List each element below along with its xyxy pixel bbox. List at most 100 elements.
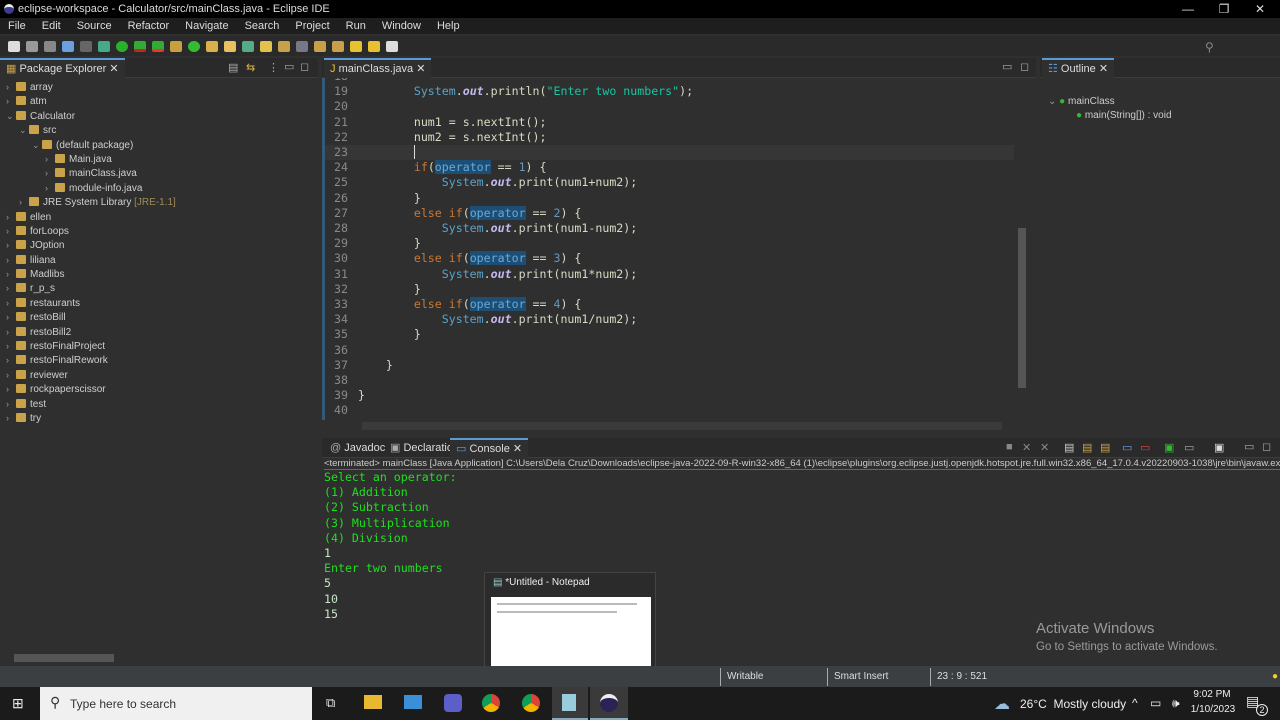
word-wrap-icon[interactable]: ▤ bbox=[1100, 441, 1110, 454]
code-line[interactable]: 40 bbox=[322, 403, 1014, 418]
task-view-icon[interactable]: ⧉ bbox=[326, 695, 335, 711]
tree-item[interactable]: › liliana bbox=[0, 253, 318, 267]
chevron-right-icon[interactable]: › bbox=[6, 210, 16, 224]
show-stderr-icon[interactable]: ▭ bbox=[1140, 441, 1150, 454]
block-selection-icon[interactable] bbox=[278, 40, 290, 52]
weather-icon[interactable]: ☁ bbox=[994, 694, 1010, 714]
tree-item[interactable]: › forLoops bbox=[0, 224, 318, 238]
tab-package-explorer[interactable]: ▦ Package Explorer ✕ bbox=[0, 58, 125, 78]
menu-source[interactable]: Source bbox=[69, 18, 120, 34]
tree-item[interactable]: › JOption bbox=[0, 238, 318, 252]
code-line[interactable]: 23 bbox=[322, 145, 1014, 161]
clear-console-icon[interactable]: ▤ bbox=[1064, 441, 1074, 454]
code-line[interactable]: 25 System.out.print(num1+num2); bbox=[322, 175, 1014, 190]
pin-console-icon[interactable]: ▣ bbox=[1164, 441, 1174, 454]
code-line[interactable]: 21 num1 = s.nextInt(); bbox=[322, 115, 1014, 130]
code-line[interactable]: 24 if(operator == 1) { bbox=[322, 160, 1014, 175]
chevron-right-icon[interactable]: › bbox=[6, 353, 16, 367]
terminal-icon[interactable] bbox=[62, 40, 74, 52]
chevron-right-icon[interactable]: › bbox=[6, 310, 16, 324]
maximize-view-icon[interactable]: ◻ bbox=[1020, 60, 1029, 73]
prev-annotation-icon[interactable] bbox=[332, 40, 344, 52]
save-all-icon[interactable] bbox=[44, 40, 56, 52]
tree-item[interactable]: › mainClass.java bbox=[0, 166, 318, 180]
chevron-right-icon[interactable]: › bbox=[45, 181, 55, 195]
minimize-view-icon[interactable]: ▭ bbox=[1244, 440, 1254, 453]
chevron-right-icon[interactable]: › bbox=[45, 152, 55, 166]
new-class-icon[interactable] bbox=[188, 40, 200, 52]
open-console-icon[interactable]: ▣ bbox=[1214, 441, 1224, 454]
chevron-right-icon[interactable]: › bbox=[6, 325, 16, 339]
code-line[interactable]: 35 } bbox=[322, 327, 1014, 342]
show-stdout-icon[interactable]: ▭ bbox=[1122, 441, 1132, 454]
chevron-right-icon[interactable]: › bbox=[6, 80, 16, 94]
chevron-down-icon[interactable]: ⌄ bbox=[19, 123, 29, 137]
menu-search[interactable]: Search bbox=[237, 18, 288, 34]
outline-class-node[interactable]: ⌄ ● mainClass bbox=[1048, 96, 1115, 107]
collapse-all-icon[interactable]: ▤ bbox=[228, 61, 238, 74]
annotation-icon[interactable] bbox=[242, 40, 254, 52]
tree-item[interactable]: › restoBill bbox=[0, 310, 318, 324]
chevron-down-icon[interactable]: ⌄ bbox=[32, 138, 42, 152]
view-menu-icon[interactable]: ⋮ bbox=[268, 61, 279, 74]
horizontal-scrollbar[interactable] bbox=[322, 654, 1268, 666]
taskbar-search-box[interactable]: ⚲ Type here to search bbox=[40, 687, 312, 720]
tree-item[interactable]: › module-info.java bbox=[0, 181, 318, 195]
show-hidden-icons[interactable]: ^ bbox=[1132, 696, 1138, 710]
chevron-right-icon[interactable]: › bbox=[6, 224, 16, 238]
notepad-taskbar-button[interactable] bbox=[552, 687, 588, 720]
remove-launch-icon[interactable]: ✕ bbox=[1022, 441, 1031, 454]
menu-edit[interactable]: Edit bbox=[34, 18, 69, 34]
weather-text[interactable]: 26°C Mostly cloudy bbox=[1020, 697, 1126, 711]
external-tools-icon[interactable] bbox=[152, 40, 164, 52]
tab-outline[interactable]: ☷ Outline ✕ bbox=[1042, 58, 1115, 78]
horizontal-scrollbar[interactable] bbox=[322, 420, 1016, 432]
maximize-view-icon[interactable]: ◻ bbox=[300, 60, 309, 73]
tab-javadoc[interactable]: @ Javadoc bbox=[324, 438, 391, 458]
tree-item[interactable]: › test bbox=[0, 397, 318, 411]
tree-item[interactable]: › reviewer bbox=[0, 368, 318, 382]
teams-icon[interactable] bbox=[444, 694, 462, 712]
skip-breakpoints-icon[interactable] bbox=[80, 40, 92, 52]
horizontal-scrollbar[interactable] bbox=[0, 652, 318, 664]
tree-item[interactable]: › Madlibs bbox=[0, 267, 318, 281]
clock-date[interactable]: 1/10/2023 bbox=[1190, 704, 1236, 715]
chevron-right-icon[interactable]: › bbox=[45, 166, 55, 180]
code-area[interactable]: 1819 System.out.println("Enter two numbe… bbox=[322, 78, 1014, 424]
clock-time[interactable]: 9:02 PM bbox=[1192, 689, 1232, 700]
menu-file[interactable]: File bbox=[0, 18, 34, 34]
search-tool-icon[interactable] bbox=[224, 40, 236, 52]
chevron-right-icon[interactable]: › bbox=[6, 368, 16, 382]
code-line[interactable]: 30 else if(operator == 3) { bbox=[322, 251, 1014, 266]
eclipse-taskbar-button[interactable] bbox=[590, 687, 628, 720]
code-line[interactable]: 29 } bbox=[322, 236, 1014, 251]
code-line[interactable]: 27 else if(operator == 2) { bbox=[322, 205, 1014, 221]
code-line[interactable]: 31 System.out.print(num1*num2); bbox=[322, 267, 1014, 282]
link-editor-icon[interactable]: ⇆ bbox=[246, 61, 255, 74]
chevron-right-icon[interactable]: › bbox=[6, 296, 16, 310]
tab-console[interactable]: ▭ Console ✕ bbox=[450, 438, 529, 458]
tree-item[interactable]: › restaurants bbox=[0, 296, 318, 310]
maximize-view-icon[interactable]: ◻ bbox=[1262, 440, 1271, 453]
chevron-right-icon[interactable]: › bbox=[6, 397, 16, 411]
new-icon[interactable] bbox=[8, 40, 20, 52]
coverage-icon[interactable] bbox=[134, 40, 146, 52]
code-line[interactable]: 38 bbox=[322, 373, 1014, 388]
tree-item[interactable]: › restoBill2 bbox=[0, 325, 318, 339]
windows-start-icon[interactable]: ⊞ bbox=[12, 695, 24, 712]
menu-refactor[interactable]: Refactor bbox=[120, 18, 178, 34]
show-whitespace-icon[interactable] bbox=[296, 40, 308, 52]
open-type-icon[interactable] bbox=[206, 40, 218, 52]
tree-item[interactable]: › try bbox=[0, 411, 318, 425]
code-line[interactable]: 20 bbox=[322, 99, 1014, 114]
outline-method-node[interactable]: ● main(String[]) : void bbox=[1076, 110, 1172, 121]
run-icon[interactable] bbox=[116, 40, 128, 52]
code-line[interactable]: 22 num2 = s.nextInt(); bbox=[322, 130, 1014, 145]
open-perspective-icon[interactable] bbox=[386, 40, 398, 52]
chevron-right-icon[interactable]: › bbox=[6, 253, 16, 267]
menu-run[interactable]: Run bbox=[338, 18, 374, 34]
vertical-scrollbar[interactable] bbox=[1016, 78, 1028, 424]
maximize-button[interactable]: ❐ bbox=[1206, 0, 1242, 18]
menu-window[interactable]: Window bbox=[374, 18, 429, 34]
chevron-right-icon[interactable]: › bbox=[6, 281, 16, 295]
